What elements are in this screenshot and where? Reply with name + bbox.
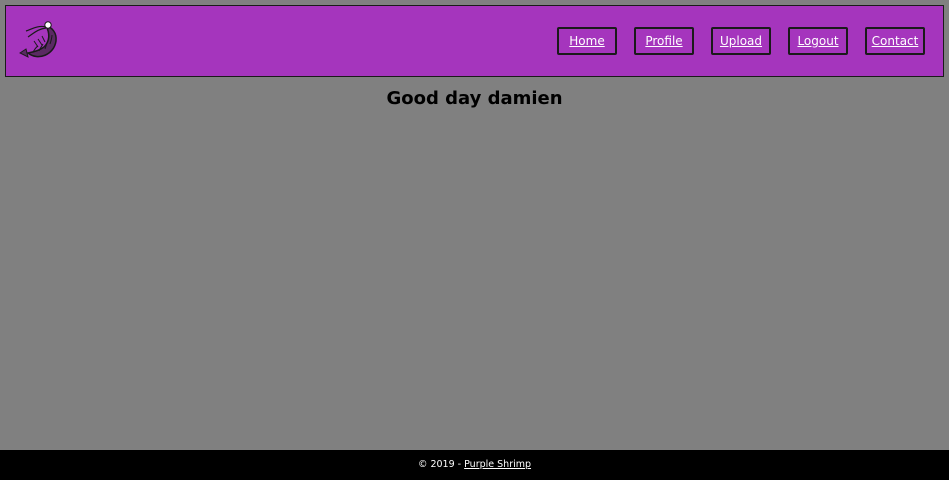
nav-profile-button[interactable]: Profile [634,27,694,55]
main-nav: Home Profile Upload Logout Contact [557,27,925,55]
header-bar: Home Profile Upload Logout Contact [5,5,944,77]
nav-logout-button[interactable]: Logout [788,27,848,55]
greeting-heading: Good day damien [386,88,563,109]
footer: © 2019 - Purple Shrimp [0,450,949,480]
nav-upload-button[interactable]: Upload [711,27,771,55]
footer-brand-link[interactable]: Purple Shrimp [464,459,531,470]
shrimp-icon[interactable] [16,19,60,63]
nav-contact-button[interactable]: Contact [865,27,925,55]
nav-home-button[interactable]: Home [557,27,617,55]
footer-copyright: © 2019 - [417,459,465,470]
page: Home Profile Upload Logout Contact Good … [0,0,949,480]
